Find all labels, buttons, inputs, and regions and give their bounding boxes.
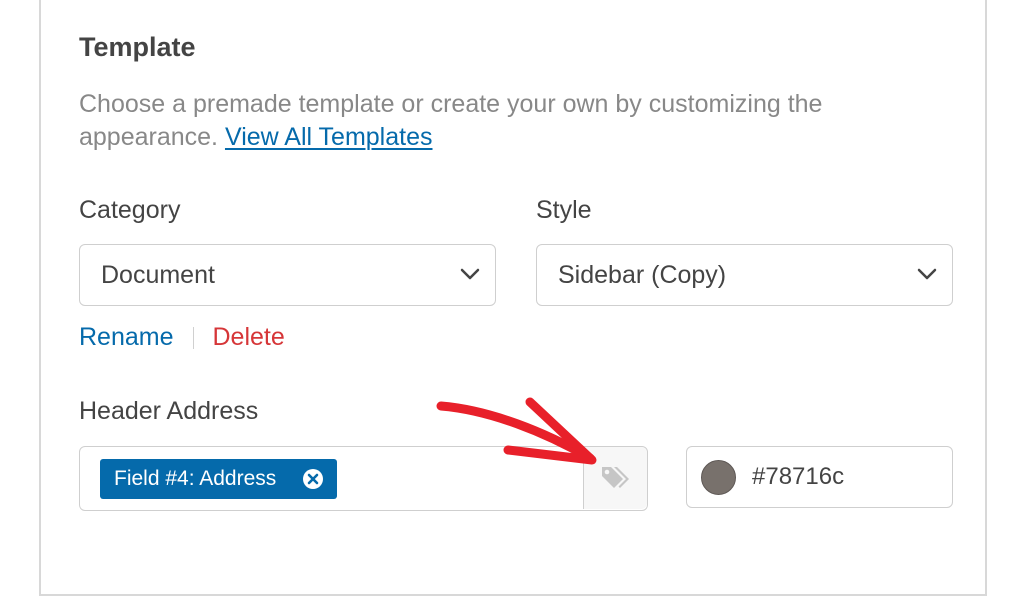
color-swatch[interactable] <box>701 460 736 495</box>
header-address-label: Header Address <box>79 397 259 425</box>
field-chip: Field #4: Address <box>100 459 337 499</box>
rename-link[interactable]: Rename <box>79 323 174 352</box>
style-label: Style <box>536 196 592 224</box>
field-chip-label: Field #4: Address <box>114 467 277 490</box>
section-description: Choose a premade template or create your… <box>79 88 939 154</box>
smart-tags-button[interactable] <box>583 447 647 509</box>
header-address-field[interactable]: Field #4: Address <box>79 446 648 511</box>
action-separator <box>192 326 194 349</box>
category-select[interactable]: Document <box>79 244 496 306</box>
section-title: Template <box>79 32 196 62</box>
tags-icon <box>601 467 629 488</box>
style-select[interactable]: Sidebar (Copy) <box>536 244 953 306</box>
chevron-down-icon <box>917 268 937 280</box>
style-selected-value: Sidebar (Copy) <box>558 260 727 289</box>
category-selected-value: Document <box>101 260 215 289</box>
template-actions: Rename Delete <box>79 323 285 352</box>
chevron-down-icon <box>460 268 480 280</box>
view-all-templates-link[interactable]: View All Templates <box>225 123 433 151</box>
category-label: Category <box>79 196 181 224</box>
delete-link[interactable]: Delete <box>213 323 285 352</box>
color-value[interactable]: #78716c <box>752 463 844 491</box>
description-text: Choose a premade template or create your… <box>79 90 823 151</box>
header-color-picker[interactable]: #78716c <box>686 446 953 508</box>
remove-chip-icon[interactable] <box>302 468 324 490</box>
